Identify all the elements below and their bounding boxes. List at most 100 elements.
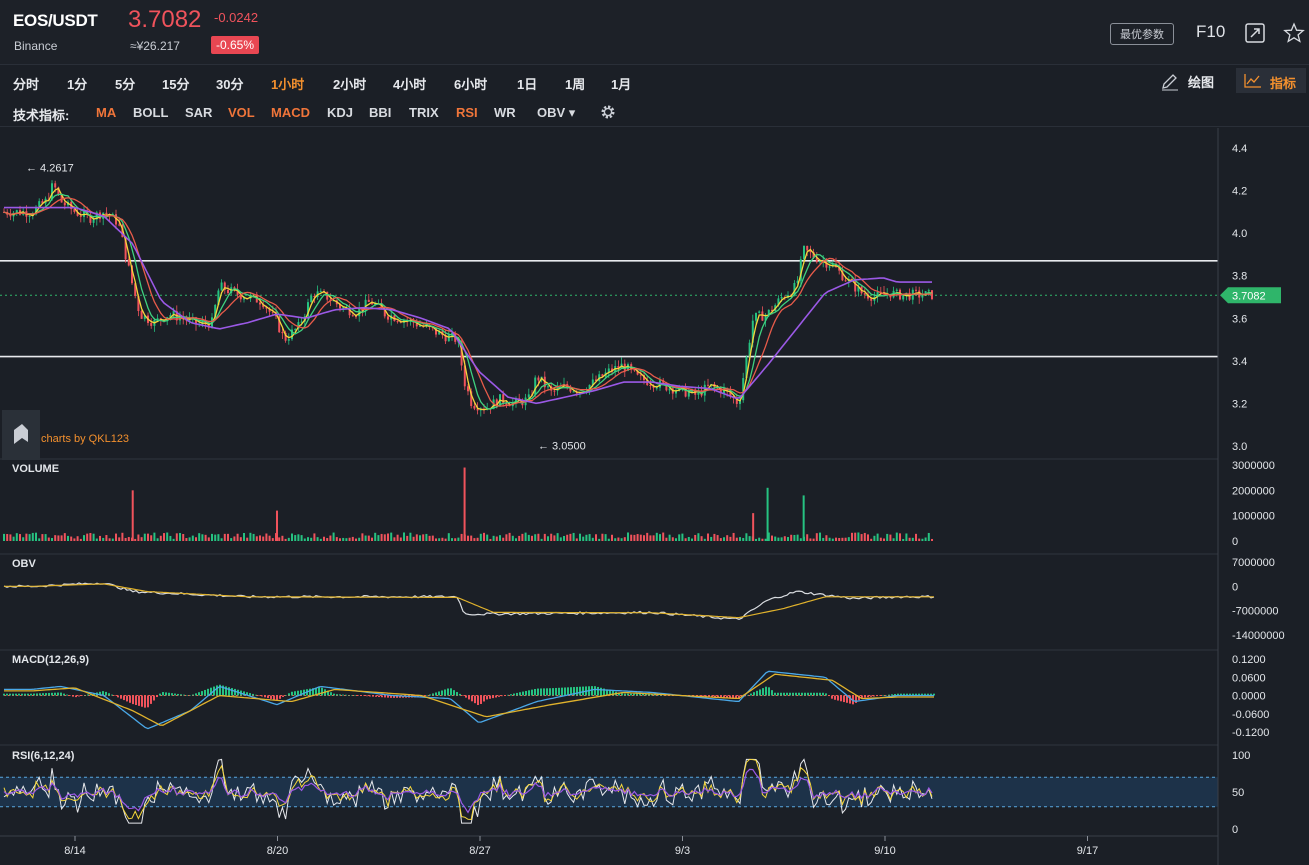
volume-bar <box>892 538 895 541</box>
tf-2h[interactable]: 2小时 <box>333 74 366 93</box>
macd-histogram-bar <box>69 695 71 696</box>
candle-body <box>755 312 757 321</box>
volume-bar <box>630 534 633 541</box>
macd-histogram-bar <box>837 695 839 701</box>
ind-vol[interactable]: VOL <box>228 105 255 120</box>
volume-bar <box>38 538 41 541</box>
price-change: -0.0242 <box>214 10 259 25</box>
ind-boll[interactable]: BOLL <box>133 105 168 120</box>
macd-histogram-bar <box>264 695 266 698</box>
indicator-button[interactable]: 指标 <box>1236 68 1306 93</box>
macd-histogram-bar <box>147 695 149 708</box>
ind-ma[interactable]: MA <box>96 105 116 120</box>
f10-button[interactable]: F10 <box>1196 22 1225 42</box>
volume-bar <box>659 534 661 541</box>
star-icon[interactable] <box>1283 22 1305 44</box>
tf-15m[interactable]: 15分 <box>162 74 189 93</box>
volume-bar <box>835 537 837 541</box>
volume-bar <box>895 532 898 541</box>
volume-bar <box>51 538 53 541</box>
macd-histogram-bar <box>486 695 488 700</box>
volume-bar <box>399 537 402 541</box>
volume-bar <box>515 538 517 541</box>
tf-5m[interactable]: 5分 <box>115 74 135 93</box>
candle-body <box>537 377 540 381</box>
macd-histogram-bar <box>777 692 779 696</box>
volume-spike <box>802 495 805 541</box>
tf-1h[interactable]: 1小时 <box>271 74 304 93</box>
tf-1mo[interactable]: 1月 <box>611 74 631 93</box>
tf-4h[interactable]: 4小时 <box>393 74 426 93</box>
watermark-text: charts by QKL123 <box>41 433 129 445</box>
indicator-label: 指标 <box>1270 76 1297 91</box>
ind-trix[interactable]: TRIX <box>409 105 439 120</box>
optimal-params-button[interactable]: 最优参数 <box>1110 23 1174 45</box>
volume-bar <box>764 538 767 541</box>
candle-body <box>118 224 121 226</box>
volume-bar <box>361 533 364 541</box>
tf-30m[interactable]: 30分 <box>216 74 243 93</box>
macd-histogram-bar <box>531 689 533 696</box>
macd-histogram-bar <box>621 693 623 696</box>
volume-bar <box>495 536 498 541</box>
volume-bar <box>300 535 303 541</box>
volume-bar <box>22 537 25 541</box>
macd-dea-line <box>4 673 934 726</box>
volume-bar <box>403 532 405 541</box>
macd-histogram-bar <box>159 693 161 696</box>
tf-1w[interactable]: 1周 <box>565 74 585 93</box>
macd-histogram-bar <box>876 695 878 697</box>
volume-bar <box>316 537 319 541</box>
macd-histogram-bar <box>771 690 773 696</box>
draw-button[interactable]: 绘图 <box>1188 72 1214 91</box>
volume-bar <box>863 532 866 541</box>
macd-histogram-bar <box>801 692 803 696</box>
tf-1d[interactable]: 1日 <box>517 74 537 93</box>
macd-histogram-bar <box>426 695 428 696</box>
volume-bar <box>889 534 892 541</box>
tf-6h[interactable]: 6小时 <box>454 74 487 93</box>
volume-bar <box>470 535 473 541</box>
macd-histogram-bar <box>600 687 602 696</box>
ind-kdj[interactable]: KDJ <box>327 105 353 120</box>
macd-histogram-bar <box>216 685 218 696</box>
x-tick-label: 8/14 <box>64 845 85 857</box>
macd-histogram-bar <box>171 693 173 696</box>
volume-bar <box>857 532 860 541</box>
tf-1m[interactable]: 1分 <box>67 74 87 93</box>
volume-bar <box>431 535 434 541</box>
ind-sar[interactable]: SAR <box>185 105 212 120</box>
volume-bar <box>841 537 844 541</box>
macd-histogram-bar <box>492 695 494 699</box>
macd-histogram-bar <box>111 694 113 696</box>
macd-histogram-bar <box>534 688 536 696</box>
expand-icon[interactable] <box>1244 22 1266 44</box>
volume-bar <box>92 533 95 541</box>
candle-body <box>828 266 831 268</box>
ind-macd[interactable]: MACD <box>271 105 310 120</box>
ind-obv-dropdown[interactable]: OBV ▾ <box>537 105 575 121</box>
tf-intraday[interactable]: 分时 <box>13 74 39 93</box>
ind-rsi[interactable]: RSI <box>456 105 478 120</box>
volume-bar <box>246 537 249 541</box>
price-chart[interactable]: 3.7082 ← 4.2617 ← 3.0500 4.4 4.2 4.0 3.8 3.6 3.… <box>0 128 1309 865</box>
macd-histogram-bar <box>474 695 476 704</box>
volume-bar <box>665 537 668 541</box>
macd-histogram-bar <box>627 693 629 696</box>
volume-bar <box>415 534 418 541</box>
low-annotation: ← 3.0500 <box>538 440 586 452</box>
volume-bar <box>755 538 757 541</box>
volume-bar <box>79 538 82 541</box>
ind-bbi[interactable]: BBI <box>369 105 391 120</box>
macd-histogram-bar <box>384 695 386 698</box>
macd-histogram-bar <box>471 695 473 702</box>
volume-bar <box>89 533 92 541</box>
volume-bar <box>390 532 393 541</box>
macd-histogram-bar <box>792 692 794 696</box>
volume-bar <box>815 533 818 541</box>
price-y-tick: 3.0 <box>1232 441 1247 453</box>
ind-wr[interactable]: WR <box>494 105 516 120</box>
volume-bar <box>598 538 601 541</box>
macd-histogram-bar <box>579 686 581 696</box>
gear-icon[interactable] <box>600 104 616 120</box>
